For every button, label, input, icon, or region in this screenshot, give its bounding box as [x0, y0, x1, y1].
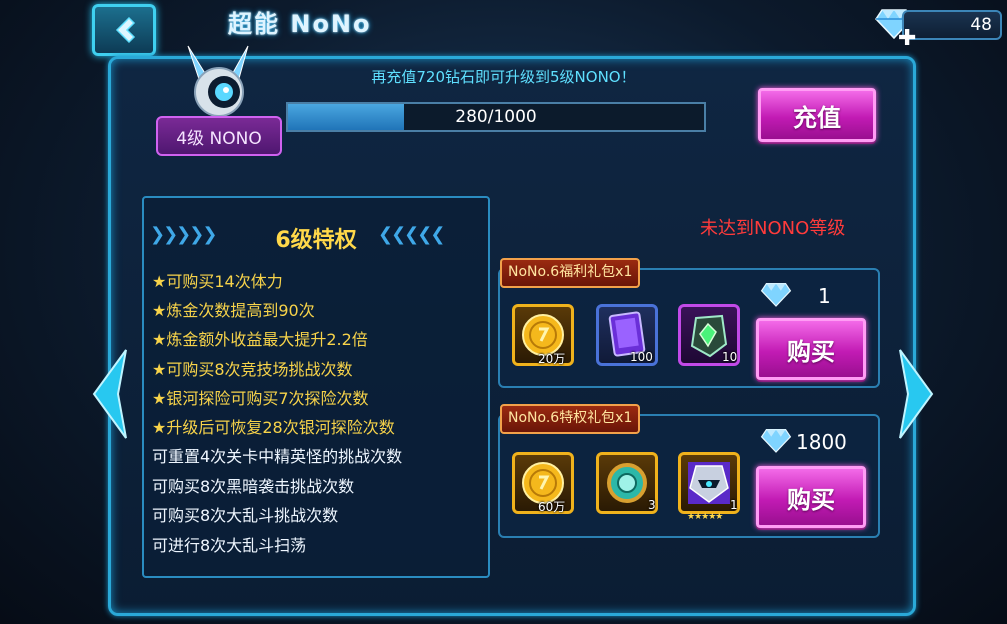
perk-item: 可重置4次关卡中精英怪的挑战次数	[152, 447, 403, 466]
level-badge: 4级 NONO	[156, 116, 282, 156]
item-quantity: 1	[730, 498, 738, 512]
item-quantity: 60万	[538, 500, 566, 514]
back-arrow-icon	[115, 16, 136, 44]
diamond-icon	[760, 429, 792, 453]
pack-price: 1800	[796, 430, 847, 454]
pack-label: NoNo.6特权礼包x1	[500, 404, 641, 434]
back-button[interactable]	[92, 4, 156, 56]
pack-label: NoNo.6福利礼包x1	[500, 258, 641, 288]
perk-item: ★炼金次数提高到90次	[152, 301, 315, 320]
perk-item: ★银河探险可购买7次探险次数	[152, 389, 369, 408]
perk-item: ★可购买8次竞技场挑战次数	[152, 360, 353, 379]
item-quantity: 20万	[538, 352, 566, 366]
perk-item: 可进行8次大乱斗扫荡	[152, 536, 307, 555]
privilege-title: 6级特权	[275, 228, 357, 253]
next-page-arrow-icon[interactable]	[894, 346, 938, 442]
perk-item: 可购买8次黑暗袭击挑战次数	[152, 477, 355, 496]
item-quantity: 100	[630, 350, 653, 364]
perk-item: ★炼金额外收益最大提升2.2倍	[152, 330, 368, 349]
level-status-text: 未达到NONO等级	[700, 218, 846, 239]
promo-text: 再充值720钻石即可升级到5级NONO！	[371, 68, 636, 86]
page-title: 超能 NoNo	[228, 10, 372, 38]
buy-button[interactable]: 购买	[756, 466, 866, 528]
armored-hero-icon	[688, 462, 730, 504]
item-quantity: 10	[722, 350, 738, 364]
star-rating: ★★★★★	[687, 512, 723, 522]
perk-item: ★升级后可恢复28次银河探险次数	[152, 418, 395, 437]
diamond-count: 48	[970, 15, 992, 35]
previous-page-arrow-icon[interactable]	[88, 346, 132, 442]
item-quantity: 3	[648, 498, 656, 512]
teal-orb-icon	[607, 463, 647, 503]
perk-item: ★可购买14次体力	[152, 272, 283, 291]
add-diamond-plus-icon[interactable]: ✚	[898, 26, 916, 51]
perk-item: 可购买8次大乱斗挑战次数	[152, 506, 339, 525]
diamond-icon	[760, 283, 792, 307]
pack-price: 1	[818, 284, 831, 308]
diamond-balance: 48	[902, 10, 1002, 40]
exp-progress-text: 280/1000	[455, 107, 537, 127]
buy-button[interactable]: 购买	[756, 318, 866, 380]
nono-robot-icon	[187, 45, 249, 116]
recharge-button[interactable]: 充值	[758, 88, 876, 142]
